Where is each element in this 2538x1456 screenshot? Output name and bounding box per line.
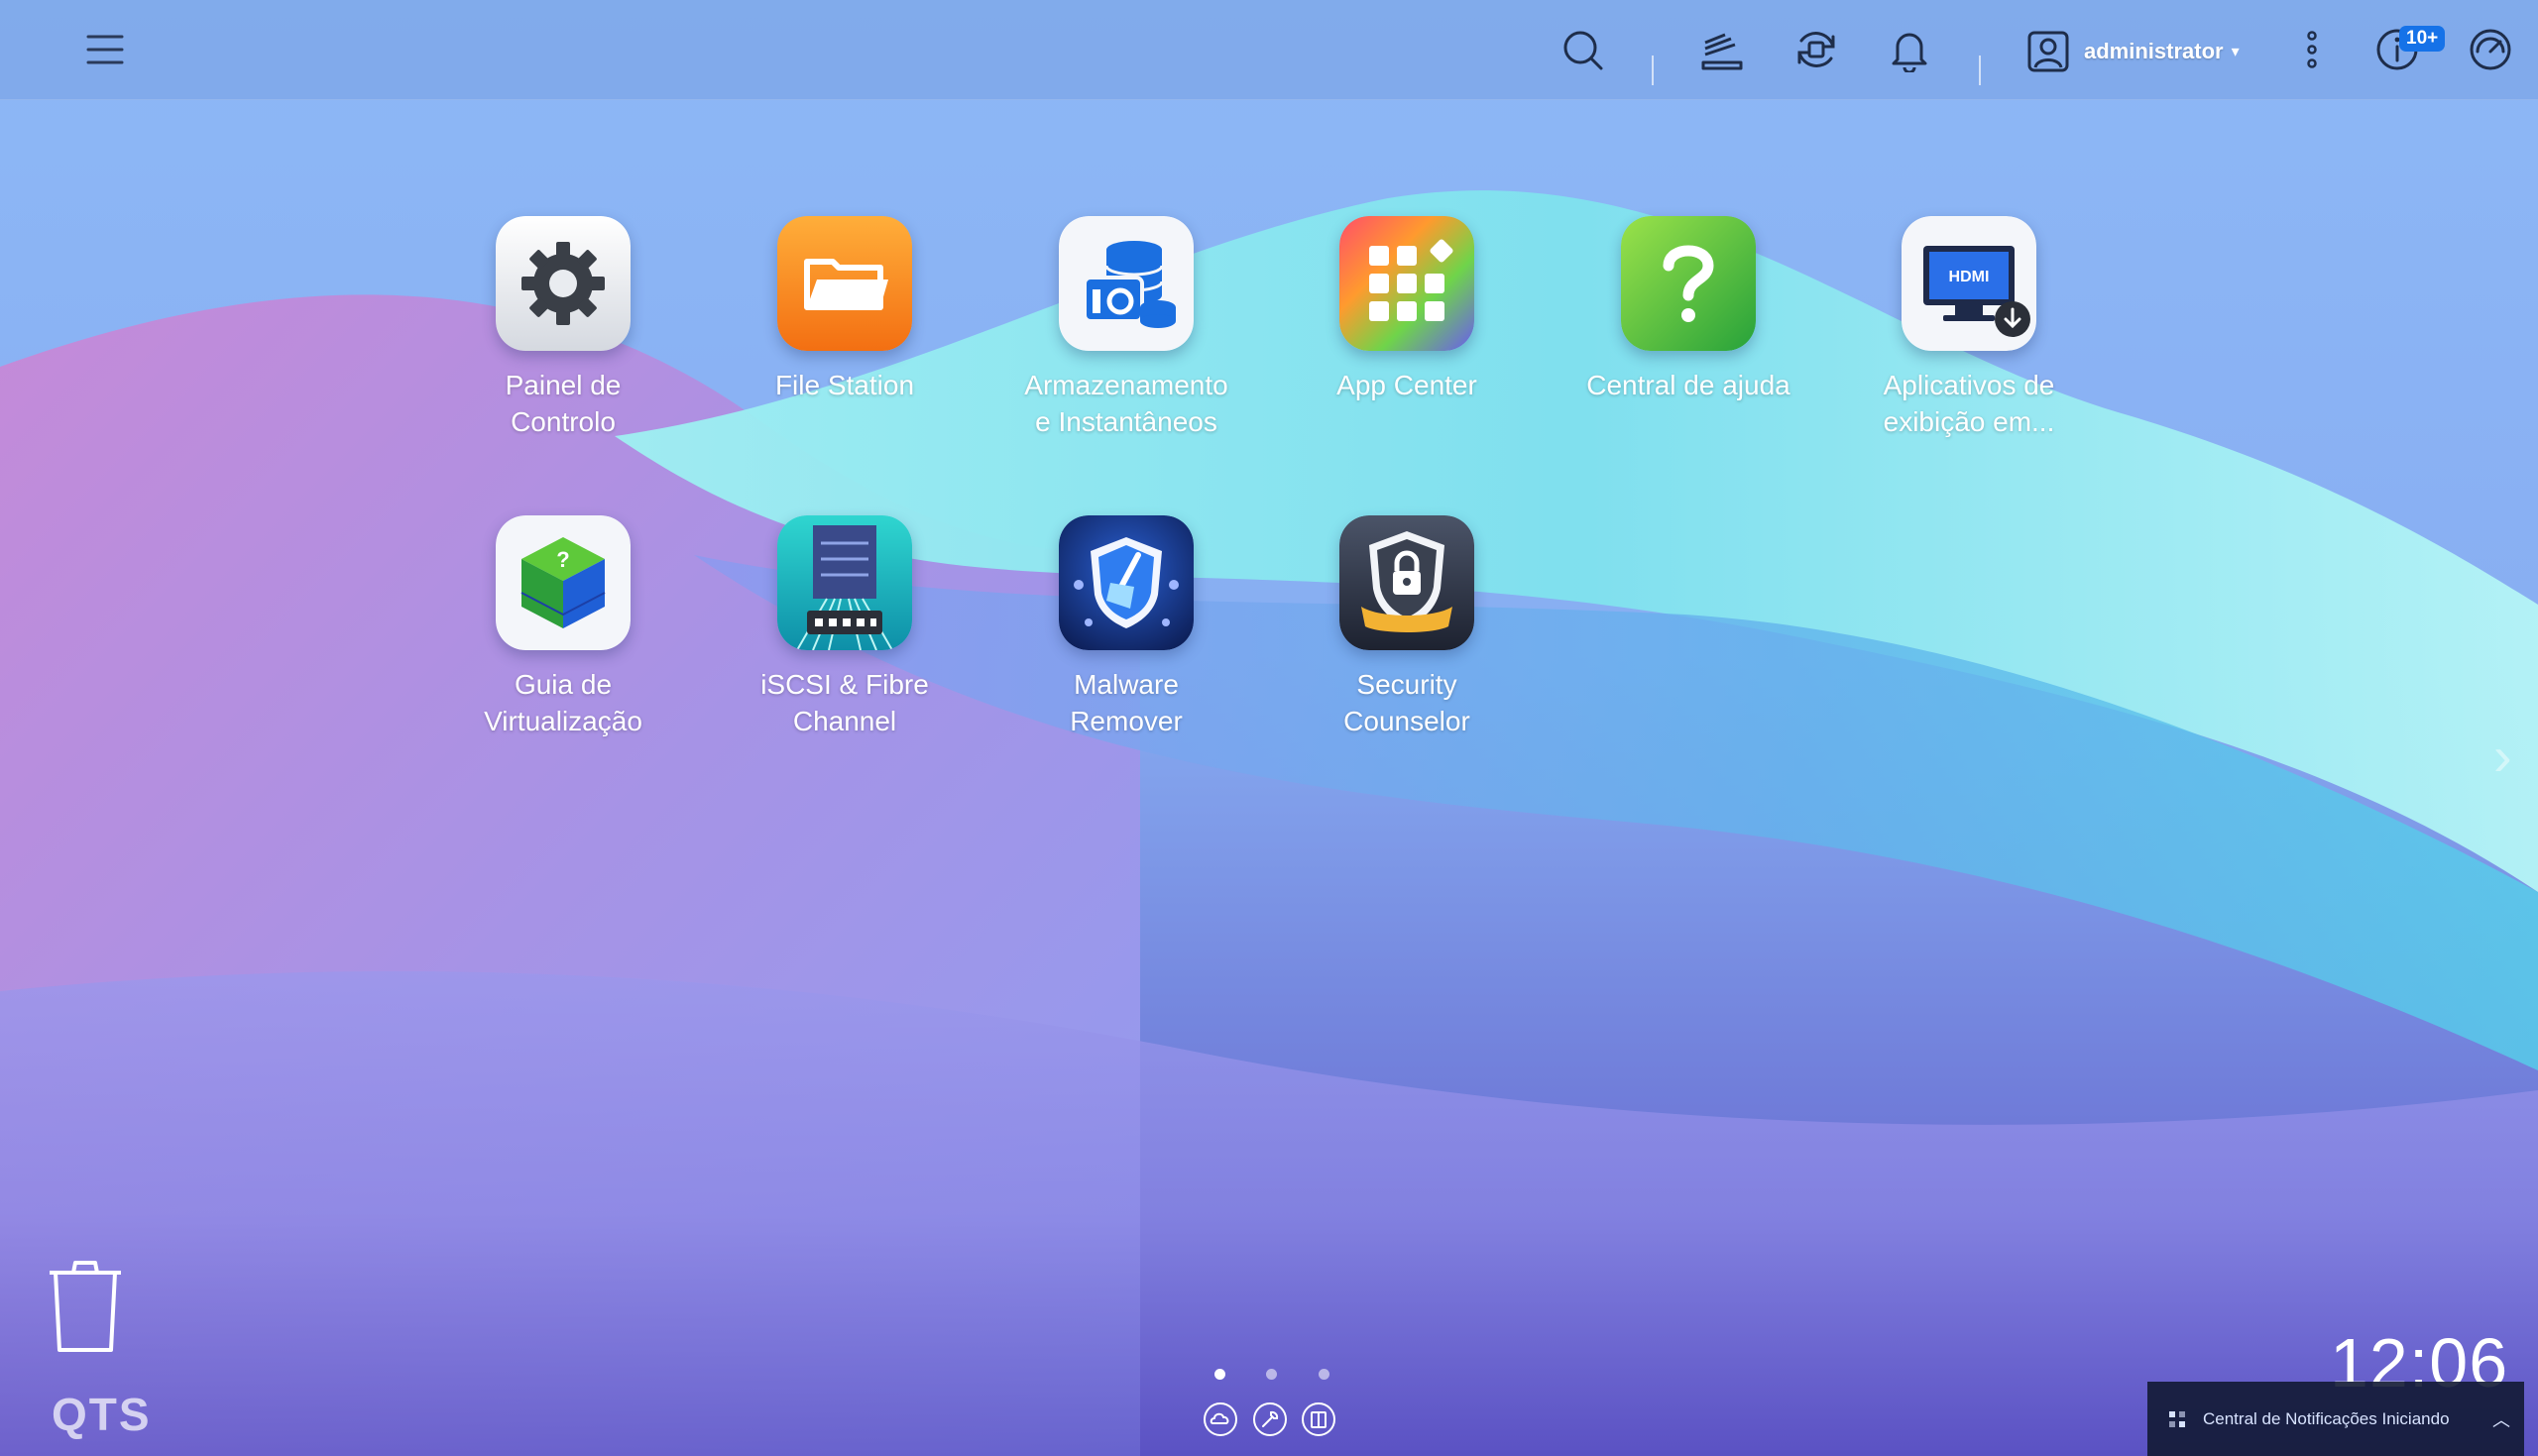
trash-can-icon [50, 1261, 121, 1352]
storage-database-icon [1059, 216, 1194, 351]
user-menu[interactable]: administrator ▾ [2026, 30, 2240, 73]
notification-toast-text: Central de Notificações Iniciando [2203, 1408, 2450, 1428]
app-label: iSCSI & Fibre Channel [760, 669, 929, 736]
svg-text:HDMI: HDMI [1949, 269, 1990, 285]
app-helpdesk[interactable]: Central de ajuda [1559, 216, 1817, 403]
myqnapcloud-button[interactable] [1203, 1401, 1238, 1437]
gauge-icon [2470, 29, 2511, 70]
cloud-icon [1204, 1402, 1237, 1436]
notifications-button[interactable] [1886, 26, 1933, 73]
toolbar-separator [1652, 56, 1654, 85]
cube-icon: ? [496, 515, 631, 650]
main-menu-button[interactable] [81, 26, 129, 73]
notification-center-icon [2169, 1410, 2185, 1427]
app-virtualization-guide[interactable]: ? Guia de Virtualização [434, 515, 692, 739]
gear-icon [496, 216, 631, 351]
app-label: Malware Remover [1070, 669, 1183, 736]
desktop-page-dot-3[interactable] [1319, 1369, 1329, 1380]
server-icon [777, 515, 912, 650]
search-icon [1563, 31, 1603, 70]
folder-icon [777, 216, 912, 351]
toolbar-separator [1979, 56, 1981, 85]
utility-button[interactable] [1252, 1401, 1288, 1437]
hdmi-monitor-icon: HDMI [1902, 216, 2036, 351]
app-label: File Station [774, 370, 915, 400]
app-label: Guia de Virtualização [484, 669, 642, 736]
app-label: Painel de Controlo [505, 370, 622, 437]
app-security-counselor[interactable]: Security Counselor [1278, 515, 1536, 739]
layers-stack-icon [1701, 33, 1743, 70]
user-avatar-icon [2027, 31, 2069, 72]
wallpaper [0, 0, 2538, 1456]
background-tasks-button[interactable] [1698, 26, 1746, 73]
chevron-up-icon[interactable]: ︿ [2492, 1406, 2510, 1432]
vertical-dots-icon [2307, 31, 2317, 68]
shield-broom-icon [1059, 515, 1194, 650]
user-name: administrator [2084, 39, 2224, 63]
desktop-page-dot-2[interactable] [1266, 1369, 1277, 1380]
trash-button[interactable] [46, 1257, 125, 1356]
app-malware-remover[interactable]: Malware Remover [997, 515, 1255, 739]
desktop: administrator ▾ 10+ Painel de Controlo F… [0, 0, 2538, 1456]
app-label: Security Counselor [1343, 669, 1470, 736]
search-button[interactable] [1558, 26, 1606, 73]
app-app-center[interactable]: App Center [1278, 216, 1536, 403]
wrench-icon [1253, 1402, 1287, 1436]
notification-count-badge: 10+ [2399, 26, 2446, 52]
book-icon [1302, 1402, 1335, 1436]
svg-text:?: ? [556, 547, 569, 572]
app-control-panel[interactable]: Painel de Controlo [434, 216, 692, 440]
app-label: Central de ajuda [1586, 370, 1790, 400]
desktop-page-dot-1[interactable] [1214, 1369, 1225, 1380]
app-hdmi-display[interactable]: HDMI Aplicativos de exibição em... [1840, 216, 2098, 440]
app-storage-snapshots[interactable]: Armazenamento e Instantâneos [997, 216, 1255, 440]
sync-device-icon [1797, 32, 1835, 67]
manual-button[interactable] [1301, 1401, 1336, 1437]
app-label: App Center [1336, 370, 1477, 400]
app-label: Aplicativos de exibição em... [1883, 370, 2055, 437]
chevron-down-icon: ▾ [2231, 44, 2240, 60]
dashboard-button[interactable] [2467, 26, 2514, 73]
qts-logo: QTS [52, 1389, 152, 1440]
app-label: Armazenamento e Instantâneos [1024, 370, 1228, 437]
app-iscsi-fibre-channel[interactable]: iSCSI & Fibre Channel [716, 515, 974, 739]
question-mark-icon [1621, 216, 1756, 351]
bell-icon [1892, 33, 1927, 72]
more-options-button[interactable] [2288, 26, 2336, 73]
top-bar: administrator ▾ 10+ [0, 0, 2538, 100]
notification-center-toast[interactable]: Central de Notificações Iniciando ︿ [2147, 1382, 2524, 1456]
shield-lock-icon [1339, 515, 1474, 650]
hamburger-menu-icon [86, 35, 124, 64]
next-page-arrow[interactable]: › [2493, 724, 2512, 788]
external-device-sync-button[interactable] [1792, 26, 1840, 73]
app-file-station[interactable]: File Station [716, 216, 974, 403]
app-grid-icon [1339, 216, 1474, 351]
